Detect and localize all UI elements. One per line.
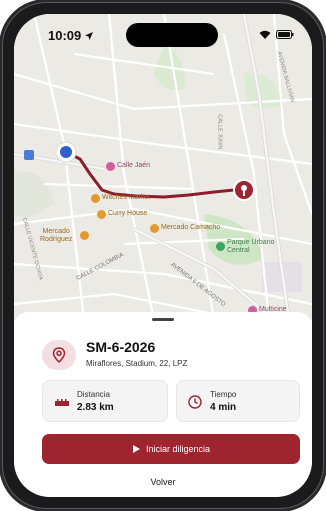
- map-label-mercado-rodriguez: Mercado Rodríguez: [40, 228, 73, 243]
- destination-pin: [233, 179, 255, 201]
- volume-down-button: [0, 170, 2, 210]
- mercado-rodriguez-pin-icon[interactable]: [80, 231, 89, 240]
- distance-value: 2.83 km: [77, 402, 114, 413]
- map-label-calle-jaen: Calle Jaén: [117, 162, 151, 169]
- action-button: [0, 82, 2, 104]
- time-card: Tiempo 4 min: [176, 380, 300, 422]
- map-label-curry-house: Curry House: [108, 210, 148, 217]
- clock-icon: [188, 395, 202, 409]
- street-label-calle-junin: CALLE JUNIN: [216, 114, 223, 150]
- back-button[interactable]: Volver: [14, 477, 312, 487]
- calle-jaen-pin-icon[interactable]: [106, 162, 115, 171]
- time-label: Tiempo: [210, 390, 237, 399]
- start-task-label: Iniciar diligencia: [145, 444, 211, 454]
- map-view[interactable]: Calle Jaén Witches Market Curry House Me…: [14, 14, 312, 320]
- mercado-camacho-pin-icon[interactable]: [150, 224, 159, 233]
- parque-urbano-pin-icon[interactable]: [216, 242, 225, 251]
- battery-icon: [276, 29, 294, 39]
- status-time-text: 10:09: [48, 28, 82, 43]
- status-bar: 10:09: [14, 14, 312, 54]
- place-badge: [42, 340, 76, 370]
- distance-label: Distancia: [77, 390, 110, 399]
- destination-code: SM-6-2026: [86, 339, 156, 355]
- time-value: 4 min: [210, 402, 237, 413]
- destination-address: Miraflores, Stadium, 22, LPZ: [86, 359, 188, 368]
- map-canvas: [14, 14, 312, 320]
- status-icons: [259, 28, 294, 40]
- location-arrow-icon: [84, 32, 93, 40]
- dynamic-island: [126, 23, 218, 47]
- play-icon: [132, 445, 140, 453]
- wifi-icon: [259, 30, 271, 39]
- destination-sheet: SM-6-2026 Miraflores, Stadium, 22, LPZ D…: [14, 312, 312, 497]
- phone-frame: Calle Jaén Witches Market Curry House Me…: [0, 2, 326, 509]
- map-label-parque-urbano: Parque Urbano Central: [227, 239, 275, 254]
- status-time: 10:09: [48, 28, 93, 43]
- location-pin-icon: [52, 347, 66, 363]
- curry-house-pin-icon[interactable]: [97, 210, 106, 219]
- sheet-grabber[interactable]: [152, 318, 174, 321]
- transit-stop-icon: [24, 150, 34, 160]
- start-task-button[interactable]: Iniciar diligencia: [42, 434, 300, 464]
- volume-up-button: [0, 120, 2, 160]
- distance-card: Distancia 2.83 km: [42, 380, 168, 422]
- screen: Calle Jaén Witches Market Curry House Me…: [14, 14, 312, 497]
- map-label-mercado-camacho: Mercado Camacho: [161, 224, 221, 231]
- map-label-witches-market: Witches Market: [102, 194, 151, 201]
- ruler-icon: [55, 399, 69, 406]
- witches-market-pin-icon[interactable]: [91, 194, 100, 203]
